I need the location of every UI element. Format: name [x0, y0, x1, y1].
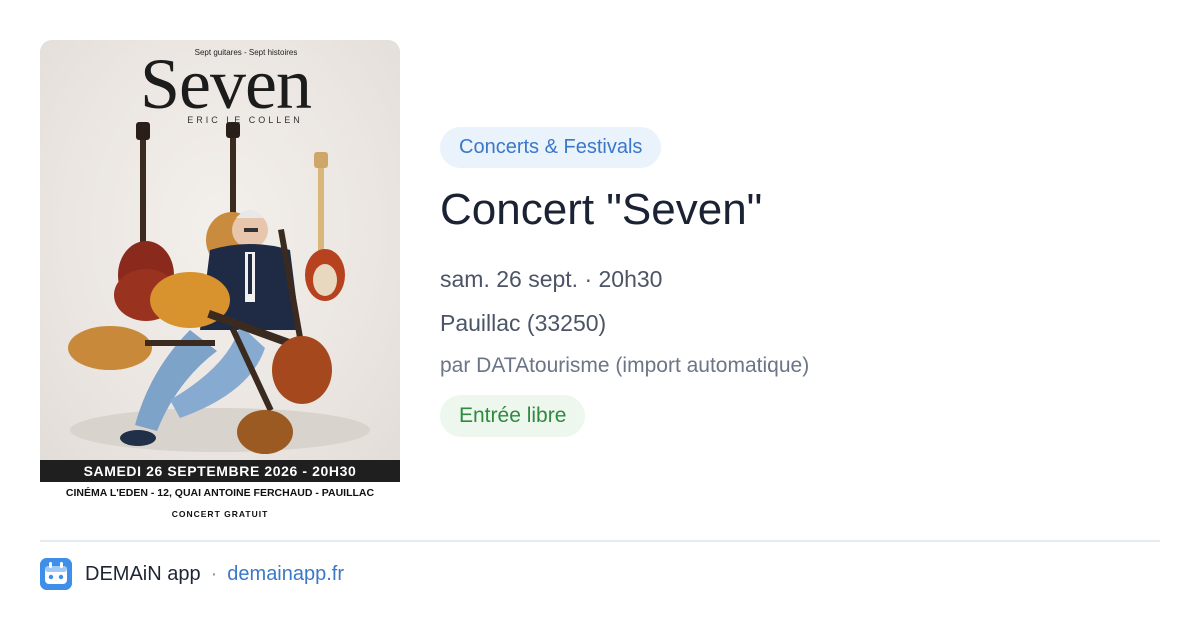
app-website-link[interactable]: demainapp.fr: [227, 563, 344, 586]
app-logo-icon: [40, 558, 72, 590]
category-badge[interactable]: Concerts & Festivals: [440, 127, 662, 168]
poster-free-label: CONCERT GRATUIT: [171, 509, 269, 519]
poster-date-bar: SAMEDI 26 SEPTEMBRE 2026 - 20H30: [40, 460, 400, 482]
event-title: Concert "Seven": [440, 185, 763, 234]
poster-title: Seven: [140, 44, 312, 124]
event-poster: Sept guitares - Sept histoires Seven ERI…: [40, 40, 400, 525]
event-location: Pauillac (33250): [440, 310, 607, 336]
poster-venue: CINÉMA L'EDEN - 12, QUAI ANTOINE FERCHAU…: [65, 487, 375, 499]
event-source: par DATAtourisme (import automatique): [440, 354, 810, 377]
footer-separator: ·: [210, 562, 218, 585]
event-datetime: sam. 26 sept. · 20h30: [440, 266, 663, 292]
footer-divider: [40, 540, 1160, 542]
guitar-strat: [305, 152, 345, 301]
footer: DEMAiN app · demainapp.fr: [40, 558, 344, 590]
app-name: DEMAiN app: [85, 562, 201, 585]
poster-artist: ERIC LE COLLEN: [187, 115, 303, 125]
price-badge: Entrée libre: [440, 395, 586, 437]
